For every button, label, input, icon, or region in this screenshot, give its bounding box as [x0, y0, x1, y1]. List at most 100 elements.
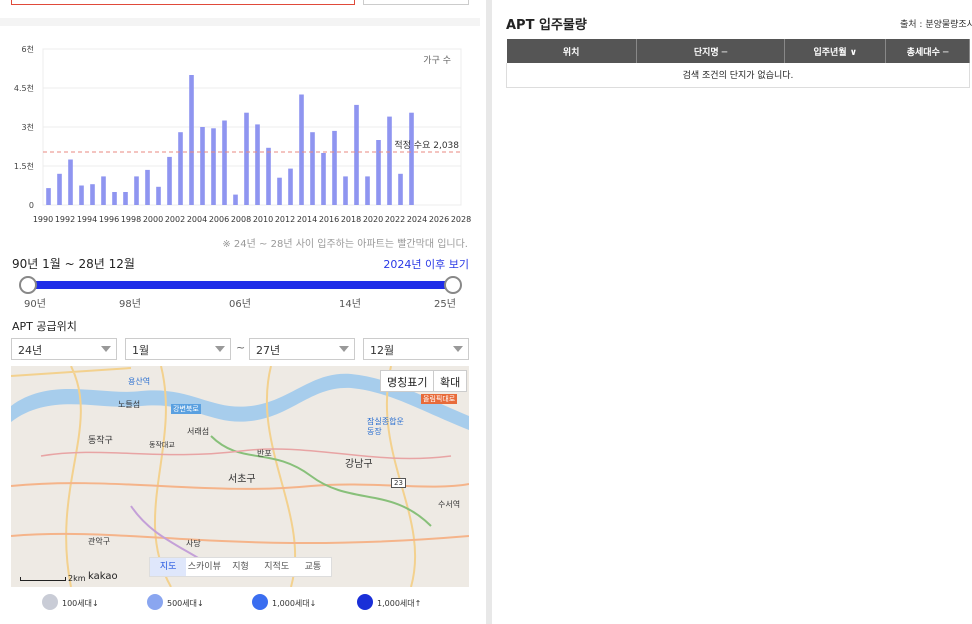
- map-label: 23: [391, 478, 406, 488]
- map-scale-label: 2km: [68, 574, 86, 583]
- map-label: 동작구: [88, 436, 113, 446]
- map-type-cadastral[interactable]: 지적도: [259, 558, 295, 576]
- left-panel: 0 1.5천 3천 4.5천 6천 1990 1992 1994 1996 1998 2000 200…: [0, 0, 480, 624]
- slider-handle-end[interactable]: [444, 276, 462, 294]
- chart-bar: [233, 194, 238, 205]
- slider-label: 06년: [229, 299, 251, 310]
- chart-bar: [299, 94, 304, 205]
- x-tick-label: 2022: [385, 215, 405, 224]
- after-2024-link[interactable]: 2024년 이후 보기: [383, 256, 469, 272]
- chevron-down-icon: [215, 346, 225, 352]
- map-label: 수서역: [438, 500, 461, 509]
- label-toggle-button[interactable]: 명칭표기: [380, 370, 435, 392]
- x-tick-label: 2014: [297, 215, 317, 224]
- x-tick-label: 2008: [231, 215, 251, 224]
- x-tick-label: 2020: [363, 215, 383, 224]
- y-tick-label: 3천: [22, 122, 34, 132]
- chart-bar: [343, 176, 348, 205]
- map-label: 동작대교: [149, 441, 175, 449]
- y-tick-label: 6천: [22, 44, 34, 54]
- pin-icon: [147, 594, 163, 610]
- start-month-select[interactable]: 1월: [125, 338, 231, 360]
- chart-bar: [46, 188, 51, 205]
- chart-bar: [277, 177, 282, 205]
- period-slider-track[interactable]: [28, 281, 453, 289]
- x-tick-label: 1992: [55, 215, 75, 224]
- chart-bar: [200, 127, 205, 205]
- legend-label: 1,000세대↓: [272, 599, 317, 608]
- chevron-down-icon: [453, 346, 463, 352]
- y-tick-label: 1.5천: [14, 161, 34, 171]
- supply-list-title: APT 입주물량: [506, 18, 587, 33]
- x-tick-label: 1994: [77, 215, 97, 224]
- end-year-select[interactable]: 27년: [249, 338, 355, 360]
- map-label: 서초구: [228, 474, 256, 485]
- slider-handle-start[interactable]: [19, 276, 37, 294]
- chart-bar: [266, 147, 271, 205]
- start-year-select[interactable]: 24년: [11, 338, 117, 360]
- right-panel: APT 입주물량 출처 : 분양물량조사 위치 단지명 ─ 입주년월 ∨ 총세대…: [492, 0, 972, 624]
- map-type-traffic[interactable]: 교통: [295, 558, 331, 576]
- supply-bar-chart: 01.5천3천4.5천6천1990 1992 1994 1996 1998 2000 200…: [14, 44, 471, 224]
- chart-bar: [211, 128, 216, 205]
- chevron-down-icon: [101, 346, 111, 352]
- chart-bar: [123, 192, 128, 205]
- chart-bar: [189, 75, 194, 205]
- x-tick-label: 2004: [187, 215, 207, 224]
- chart-bar: [354, 104, 359, 205]
- map-type-switch: 지도 스카이뷰 지형 지적도 교통: [149, 557, 332, 577]
- x-tick-label: 2026: [429, 215, 449, 224]
- pin-icon: [357, 594, 373, 610]
- column-header-households[interactable]: 총세대수 ─: [885, 39, 970, 63]
- empty-message: 검색 조건의 단지가 없습니다.: [506, 63, 970, 88]
- chart-bar: [156, 186, 161, 205]
- legend-label: 100세대↓: [62, 599, 99, 608]
- x-tick-label: 2012: [275, 215, 295, 224]
- map-label: 잠실종합운동장: [367, 417, 404, 436]
- y-tick-label: 0: [29, 201, 34, 210]
- kakao-map[interactable]: 동작구 서초구 강남구 서래섬 반포 노들섬 동작대교 잠실종합운동장 수서역 …: [11, 366, 469, 587]
- chart-bar: [178, 132, 183, 205]
- x-tick-label: 1996: [99, 215, 119, 224]
- pin-icon: [42, 594, 58, 610]
- map-label: 강남구: [345, 459, 373, 470]
- column-header-move-in[interactable]: 입주년월 ∨: [784, 39, 887, 63]
- y-tick-label: 4.5천: [14, 83, 34, 93]
- chevron-down-icon: [339, 346, 349, 352]
- slider-label: 90년: [24, 299, 46, 310]
- source-label: 출처 : 분양물량조사: [900, 20, 972, 30]
- column-header-complex[interactable]: 단지명 ─: [636, 39, 786, 63]
- chart-note: ※ 24년 ~ 28년 사이 입주하는 아파트는 빨간막대 입니다.: [222, 239, 468, 250]
- chart-bar: [222, 120, 227, 205]
- x-tick-label: 2018: [341, 215, 361, 224]
- map-type-map[interactable]: 지도: [150, 558, 187, 576]
- legend-label: 500세대↓: [167, 599, 204, 608]
- x-tick-label: 2016: [319, 215, 339, 224]
- map-type-terrain[interactable]: 지형: [222, 558, 258, 576]
- end-month-select[interactable]: 12월: [363, 338, 469, 360]
- map-label: 노들섬: [118, 400, 141, 409]
- period-label: 90년 1월 ~ 28년 12월: [12, 257, 135, 271]
- map-label: 용산역: [128, 377, 151, 386]
- chart-bar: [90, 184, 95, 205]
- slider-label: 14년: [339, 299, 361, 310]
- x-tick-label: 2010: [253, 215, 273, 224]
- supply-location-title: APT 공급위치: [12, 320, 77, 333]
- chart-bar: [387, 116, 392, 205]
- legend-label: 1,000세대↑: [377, 599, 422, 608]
- chart-bar: [101, 176, 106, 205]
- chart-bar: [145, 169, 150, 205]
- column-header-location[interactable]: 위치: [506, 39, 637, 63]
- chart-bar: [244, 112, 249, 205]
- map-scale-bar: [20, 577, 66, 581]
- expand-map-button[interactable]: 확대: [433, 370, 468, 392]
- chart-bar: [376, 140, 381, 205]
- chart-bar: [68, 159, 73, 205]
- chart-bar: [310, 132, 315, 205]
- x-tick-label: 2028: [451, 215, 471, 224]
- map-label: 사당: [186, 539, 201, 548]
- chart-bar: [167, 156, 172, 205]
- map-label: 강변북로: [171, 404, 201, 414]
- map-type-skyview[interactable]: 스카이뷰: [186, 558, 222, 576]
- chart-legend-label: 가구 수: [423, 55, 451, 66]
